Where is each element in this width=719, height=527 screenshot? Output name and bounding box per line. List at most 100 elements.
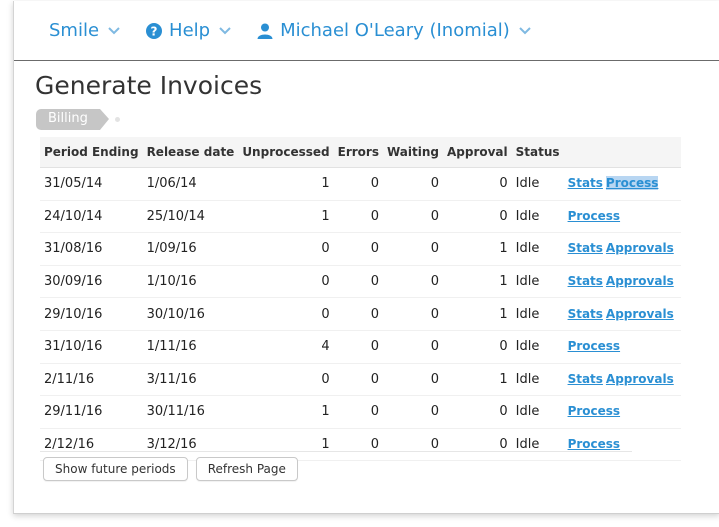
cell-status: Idle bbox=[511, 200, 564, 234]
action-link-process[interactable]: Process bbox=[568, 339, 621, 353]
cell-actions: Stats Approvals bbox=[563, 297, 681, 331]
table-row: 31/05/14 1/06/14 1 0 0 0 Idle Stats Process bbox=[40, 167, 681, 201]
cell-approval: 1 bbox=[442, 265, 512, 299]
cell-status: Idle bbox=[511, 428, 564, 462]
cell-release-date: 1/11/16 bbox=[142, 330, 239, 364]
cell-unprocessed: 1 bbox=[238, 200, 334, 234]
cell-release-date: 25/10/14 bbox=[142, 200, 239, 234]
action-link-approvals[interactable]: Approvals bbox=[606, 274, 674, 288]
nav-smile-label: Smile bbox=[49, 20, 100, 41]
breadcrumb-billing[interactable]: Billing bbox=[36, 109, 100, 130]
cell-actions: Stats Process bbox=[563, 167, 681, 201]
cell-waiting: 0 bbox=[382, 167, 443, 201]
nav-user-menu[interactable]: Michael O'Leary (Inomial) bbox=[256, 20, 532, 41]
chevron-down-icon bbox=[108, 26, 120, 34]
action-link-process[interactable]: Process bbox=[568, 437, 621, 451]
action-link-stats[interactable]: Stats bbox=[568, 307, 603, 321]
cell-errors: 0 bbox=[333, 167, 383, 201]
cell-errors: 0 bbox=[333, 297, 383, 331]
header-approval: Approval bbox=[442, 137, 512, 168]
cell-release-date: 3/11/16 bbox=[142, 363, 239, 397]
cell-unprocessed: 1 bbox=[238, 428, 334, 462]
cell-unprocessed: 1 bbox=[238, 395, 334, 429]
cell-period-ending: 30/09/16 bbox=[40, 265, 143, 299]
table-row: 2/12/16 3/12/16 1 0 0 0 Idle Process bbox=[40, 428, 681, 462]
cell-errors: 0 bbox=[333, 428, 383, 462]
action-link-approvals[interactable]: Approvals bbox=[606, 372, 674, 386]
svg-text:?: ? bbox=[151, 24, 158, 38]
cell-errors: 0 bbox=[333, 232, 383, 266]
cell-period-ending: 31/05/14 bbox=[40, 167, 143, 201]
cell-status: Idle bbox=[511, 395, 564, 429]
action-link-approvals[interactable]: Approvals bbox=[606, 241, 674, 255]
cell-unprocessed: 0 bbox=[238, 265, 334, 299]
table-row: 31/10/16 1/11/16 4 0 0 0 Idle Process bbox=[40, 330, 681, 364]
nav-help-label: Help bbox=[169, 20, 211, 41]
table-row: 24/10/14 25/10/14 1 0 0 0 Idle Process bbox=[40, 200, 681, 234]
cell-unprocessed: 0 bbox=[238, 232, 334, 266]
refresh-page-button[interactable]: Refresh Page bbox=[195, 457, 298, 481]
cell-release-date: 1/10/16 bbox=[142, 265, 239, 299]
table-row: 30/09/16 1/10/16 0 0 0 1 Idle Stats Approvals bbox=[40, 265, 681, 299]
nav-smile-menu[interactable]: Smile bbox=[49, 20, 121, 41]
cell-waiting: 0 bbox=[382, 265, 443, 299]
breadcrumb-separator-icon bbox=[114, 117, 120, 122]
action-link-stats[interactable]: Stats bbox=[568, 241, 603, 255]
cell-period-ending: 2/12/16 bbox=[40, 428, 143, 462]
cell-errors: 0 bbox=[333, 363, 383, 397]
cell-period-ending: 2/11/16 bbox=[40, 363, 143, 397]
cell-waiting: 0 bbox=[382, 330, 443, 364]
table-header-row: Period Ending Release date Unprocessed E… bbox=[40, 137, 681, 168]
header-status: Status bbox=[511, 137, 564, 168]
table-body: 31/05/14 1/06/14 1 0 0 0 Idle Stats Process 24/10… bbox=[40, 167, 681, 462]
action-link-stats[interactable]: Stats bbox=[568, 176, 603, 190]
cell-release-date: 30/10/16 bbox=[142, 297, 239, 331]
cell-release-date: 1/06/14 bbox=[142, 167, 239, 201]
cell-period-ending: 31/10/16 bbox=[40, 330, 143, 364]
cell-approval: 0 bbox=[442, 395, 512, 429]
app-window: Smile ? Help Michael O'Leary (Inomial) G… bbox=[13, 1, 719, 514]
table-row: 2/11/16 3/11/16 0 0 0 1 Idle Stats Approvals bbox=[40, 363, 681, 397]
cell-waiting: 0 bbox=[382, 395, 443, 429]
cell-actions: Stats Approvals bbox=[563, 363, 681, 397]
cell-waiting: 0 bbox=[382, 363, 443, 397]
cell-status: Idle bbox=[511, 330, 564, 364]
table-row: 31/08/16 1/09/16 0 0 0 1 Idle Stats Approvals bbox=[40, 232, 681, 266]
divider bbox=[40, 451, 632, 452]
nav-help-menu[interactable]: ? Help bbox=[145, 20, 232, 41]
button-row: Show future periods Refresh Page bbox=[43, 457, 306, 481]
cell-approval: 0 bbox=[442, 428, 512, 462]
cell-approval: 0 bbox=[442, 167, 512, 201]
header-unprocessed: Unprocessed bbox=[238, 137, 334, 168]
help-circle-icon: ? bbox=[146, 22, 163, 39]
cell-waiting: 0 bbox=[382, 428, 443, 462]
cell-status: Idle bbox=[511, 232, 564, 266]
cell-unprocessed: 1 bbox=[238, 167, 334, 201]
nav-user-label: Michael O'Leary (Inomial) bbox=[280, 20, 510, 41]
breadcrumb-arrow bbox=[99, 109, 109, 130]
cell-actions: Process bbox=[563, 330, 681, 364]
cell-waiting: 0 bbox=[382, 200, 443, 234]
cell-errors: 0 bbox=[333, 200, 383, 234]
breadcrumb: Billing bbox=[36, 109, 120, 130]
action-link-stats[interactable]: Stats bbox=[568, 274, 603, 288]
table-row: 29/10/16 30/10/16 0 0 0 1 Idle Stats Approvals bbox=[40, 297, 681, 331]
action-link-process[interactable]: Process bbox=[568, 404, 621, 418]
header-waiting: Waiting bbox=[382, 137, 443, 168]
cell-approval: 0 bbox=[442, 200, 512, 234]
cell-errors: 0 bbox=[333, 330, 383, 364]
cell-actions: Process bbox=[563, 395, 681, 429]
action-link-process[interactable]: Process bbox=[568, 209, 621, 223]
action-link-process[interactable]: Process bbox=[605, 176, 659, 191]
action-link-approvals[interactable]: Approvals bbox=[606, 307, 674, 321]
user-icon bbox=[257, 23, 273, 39]
cell-approval: 0 bbox=[442, 330, 512, 364]
cell-status: Idle bbox=[511, 265, 564, 299]
action-link-stats[interactable]: Stats bbox=[568, 372, 603, 386]
cell-waiting: 0 bbox=[382, 297, 443, 331]
show-future-periods-button[interactable]: Show future periods bbox=[43, 457, 188, 481]
cell-errors: 0 bbox=[333, 395, 383, 429]
header-errors: Errors bbox=[333, 137, 383, 168]
cell-approval: 1 bbox=[442, 363, 512, 397]
cell-waiting: 0 bbox=[382, 232, 443, 266]
